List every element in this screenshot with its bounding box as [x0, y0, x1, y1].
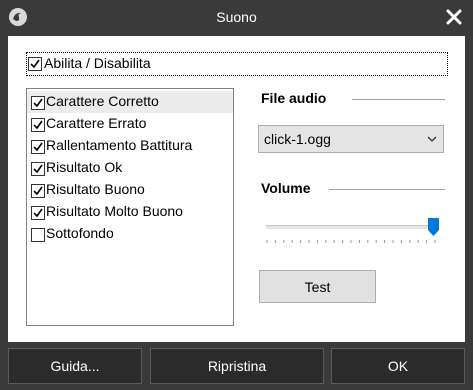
enable-toggle-row[interactable]: Abilita / Disabilita: [26, 52, 448, 76]
event-label: Rallentamento Battitura: [46, 137, 193, 153]
title-bar: Suono: [0, 0, 473, 34]
list-item[interactable]: Rallentamento Battitura: [27, 135, 233, 157]
list-item[interactable]: Sottofondo: [27, 223, 233, 245]
event-label: Risultato Ok: [46, 159, 123, 175]
settings-panel: Abilita / Disabilita Carattere Corretto …: [8, 36, 465, 342]
list-item[interactable]: Risultato Ok: [27, 157, 233, 179]
slider-thumb[interactable]: [427, 218, 439, 236]
slider-ticks: [266, 240, 436, 243]
window-title: Suono: [216, 9, 257, 25]
help-button-label: Guida...: [50, 358, 100, 374]
list-item[interactable]: Risultato Buono: [27, 179, 233, 201]
checkmark-icon: [33, 142, 43, 152]
list-item[interactable]: Carattere Corretto: [27, 91, 233, 113]
event-checkbox[interactable]: [31, 228, 45, 242]
audio-file-value: click-1.ogg: [264, 131, 331, 147]
checkmark-icon: [33, 98, 43, 108]
checkmark-icon: [30, 59, 40, 69]
checkmark-icon: [33, 208, 43, 218]
event-label: Carattere Corretto: [46, 93, 159, 109]
slider-track[interactable]: [266, 225, 436, 229]
help-button[interactable]: Guida...: [8, 348, 142, 384]
list-item[interactable]: Risultato Molto Buono: [27, 201, 233, 223]
event-checkbox[interactable]: [31, 140, 45, 154]
divider: [352, 99, 445, 100]
file-audio-heading: File audio: [261, 90, 327, 106]
event-checkbox[interactable]: [31, 206, 45, 220]
event-checkbox[interactable]: [31, 118, 45, 132]
event-label: Risultato Buono: [46, 181, 145, 197]
event-checkbox[interactable]: [31, 96, 45, 110]
volume-slider[interactable]: [266, 214, 442, 246]
close-icon[interactable]: [445, 8, 463, 26]
list-item[interactable]: Carattere Errato: [27, 113, 233, 135]
divider: [329, 189, 445, 190]
reset-button[interactable]: Ripristina: [150, 348, 324, 384]
event-label: Risultato Molto Buono: [46, 203, 183, 219]
event-label: Sottofondo: [46, 225, 114, 241]
test-button[interactable]: Test: [259, 270, 376, 303]
reset-button-label: Ripristina: [207, 358, 267, 374]
checkmark-icon: [33, 120, 43, 130]
event-label: Carattere Errato: [46, 115, 147, 131]
enable-label: Abilita / Disabilita: [44, 55, 151, 71]
ok-button[interactable]: OK: [331, 348, 465, 384]
checkmark-icon: [33, 186, 43, 196]
event-checkbox[interactable]: [31, 162, 45, 176]
volume-heading: Volume: [261, 180, 311, 196]
event-checkbox[interactable]: [31, 184, 45, 198]
sound-events-list[interactable]: Carattere Corretto Carattere Errato Rall…: [26, 88, 234, 326]
audio-file-select[interactable]: click-1.ogg: [258, 125, 444, 153]
chevron-down-icon: [427, 136, 437, 142]
ok-button-label: OK: [387, 358, 409, 374]
test-button-label: Test: [304, 279, 331, 295]
checkmark-icon: [33, 164, 43, 174]
enable-checkbox[interactable]: [28, 57, 42, 71]
